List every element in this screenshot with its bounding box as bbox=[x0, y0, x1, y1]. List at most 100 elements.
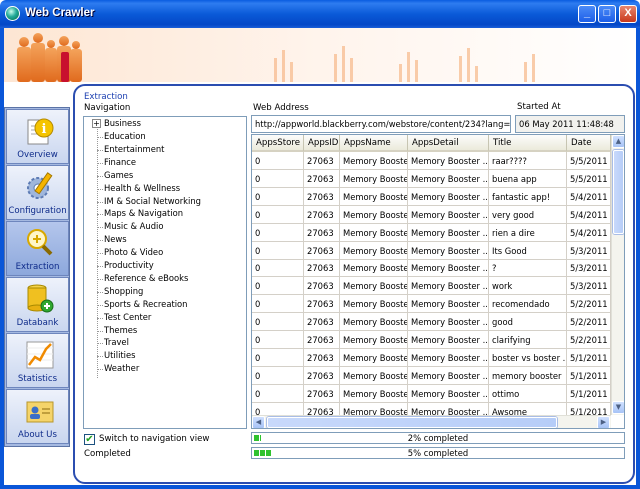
table-cell[interactable]: Memory Booster ... bbox=[408, 331, 489, 349]
table-cell[interactable]: 5/2/2011 bbox=[567, 313, 611, 332]
sidebar-item-about-us[interactable]: About Us bbox=[6, 389, 69, 444]
scroll-up-arrow-icon[interactable]: ▲ bbox=[612, 135, 624, 148]
table-cell[interactable]: 5/1/2011 bbox=[567, 384, 611, 403]
table-cell[interactable]: Memory Booster ... bbox=[408, 348, 489, 367]
table-cell[interactable]: memory booster bbox=[489, 366, 567, 385]
vertical-scroll-thumb[interactable] bbox=[613, 150, 624, 234]
sidebar-item-overview[interactable]: i Overview bbox=[6, 109, 69, 164]
tree-item[interactable]: Sports & Recreation bbox=[104, 299, 188, 309]
table-cell[interactable]: ottimo bbox=[489, 384, 567, 403]
results-grid[interactable]: AppsStore AppsID AppsName AppsDetail Title Da… bbox=[251, 134, 625, 429]
table-cell[interactable]: Memory Booster ... bbox=[408, 187, 489, 206]
maximize-button[interactable]: □ bbox=[598, 5, 616, 23]
table-cell[interactable]: Memory Booster bbox=[340, 169, 408, 188]
table-cell[interactable]: Memory Booster bbox=[340, 241, 408, 260]
table-cell[interactable]: 27063 bbox=[304, 313, 340, 332]
column-header[interactable]: Date bbox=[567, 135, 611, 152]
table-cell[interactable]: very good bbox=[489, 205, 567, 224]
horizontal-scroll-thumb[interactable] bbox=[267, 417, 557, 428]
tree-item[interactable]: Utilities bbox=[104, 350, 136, 360]
table-cell[interactable]: boster vs boster ... bbox=[489, 348, 567, 367]
column-header[interactable]: AppsStore bbox=[252, 135, 304, 152]
expand-plus-icon[interactable]: + bbox=[92, 119, 101, 128]
table-cell[interactable]: 27063 bbox=[304, 366, 340, 385]
table-cell[interactable]: buena app bbox=[489, 169, 567, 188]
table-cell[interactable]: Memory Booster bbox=[340, 205, 408, 224]
table-cell[interactable]: 0 bbox=[252, 187, 304, 206]
table-cell[interactable]: Memory Booster bbox=[340, 223, 408, 242]
switch-navigation-checkbox[interactable]: ✔ bbox=[84, 434, 95, 445]
table-cell[interactable]: Memory Booster ... bbox=[408, 152, 489, 170]
table-cell[interactable]: 5/2/2011 bbox=[567, 331, 611, 349]
table-cell[interactable]: work bbox=[489, 277, 567, 296]
table-cell[interactable]: Memory Booster bbox=[340, 277, 408, 296]
tree-item[interactable]: Games bbox=[104, 170, 133, 180]
table-cell[interactable]: 5/4/2011 bbox=[567, 187, 611, 206]
table-cell[interactable]: fantastic app! bbox=[489, 187, 567, 206]
table-cell[interactable]: Memory Booster ... bbox=[408, 277, 489, 296]
table-cell[interactable]: 5/5/2011 bbox=[567, 169, 611, 188]
web-address-field[interactable]: http://appworld.blackberry.com/webstore/… bbox=[251, 115, 511, 133]
table-cell[interactable]: 27063 bbox=[304, 223, 340, 242]
table-cell[interactable]: Memory Booster bbox=[340, 152, 408, 170]
table-cell[interactable]: Memory Booster ... bbox=[408, 366, 489, 385]
table-cell[interactable]: 27063 bbox=[304, 277, 340, 296]
table-cell[interactable]: 5/3/2011 bbox=[567, 241, 611, 260]
table-cell[interactable]: 27063 bbox=[304, 169, 340, 188]
table-cell[interactable]: recomendado bbox=[489, 295, 567, 314]
table-cell[interactable]: 0 bbox=[252, 277, 304, 296]
minimize-button[interactable]: _ bbox=[578, 5, 596, 23]
tree-item[interactable]: Reference & eBooks bbox=[104, 273, 188, 283]
column-header[interactable]: Title bbox=[489, 135, 567, 152]
table-cell[interactable]: 0 bbox=[252, 348, 304, 367]
table-cell[interactable]: 27063 bbox=[304, 152, 340, 170]
table-cell[interactable]: 0 bbox=[252, 169, 304, 188]
table-cell[interactable]: 27063 bbox=[304, 205, 340, 224]
table-cell[interactable]: Memory Booster ... bbox=[408, 205, 489, 224]
table-cell[interactable]: 5/4/2011 bbox=[567, 223, 611, 242]
table-cell[interactable]: 5/5/2011 bbox=[567, 152, 611, 170]
table-cell[interactable]: 5/3/2011 bbox=[567, 259, 611, 278]
tree-item[interactable]: Themes bbox=[104, 325, 137, 335]
table-cell[interactable]: 0 bbox=[252, 205, 304, 224]
tree-item[interactable]: News bbox=[104, 234, 127, 244]
tree-item[interactable]: Education bbox=[104, 131, 146, 141]
tree-item[interactable]: Music & Audio bbox=[104, 221, 164, 231]
table-cell[interactable]: rien a dire bbox=[489, 223, 567, 242]
sidebar-item-statistics[interactable]: Statistics bbox=[6, 333, 69, 388]
table-cell[interactable]: Memory Booster ... bbox=[408, 295, 489, 314]
table-cell[interactable]: 0 bbox=[252, 259, 304, 278]
scroll-down-arrow-icon[interactable]: ▼ bbox=[612, 401, 624, 414]
table-cell[interactable]: Its Good bbox=[489, 241, 567, 260]
table-cell[interactable]: Memory Booster ... bbox=[408, 259, 489, 278]
table-cell[interactable]: 0 bbox=[252, 295, 304, 314]
table-cell[interactable]: Memory Booster bbox=[340, 384, 408, 403]
table-cell[interactable]: raar???? bbox=[489, 152, 567, 170]
table-cell[interactable]: 5/4/2011 bbox=[567, 205, 611, 224]
table-cell[interactable]: 0 bbox=[252, 152, 304, 170]
sidebar-item-databank[interactable]: Databank bbox=[6, 277, 69, 332]
table-cell[interactable]: Memory Booster bbox=[340, 295, 408, 314]
table-cell[interactable]: Memory Booster bbox=[340, 348, 408, 367]
tree-item[interactable]: Maps & Navigation bbox=[104, 208, 183, 218]
tree-item[interactable]: Health & Wellness bbox=[104, 183, 180, 193]
table-cell[interactable]: Memory Booster bbox=[340, 187, 408, 206]
tree-item[interactable]: Entertainment bbox=[104, 144, 164, 154]
tree-item[interactable]: Travel bbox=[104, 337, 129, 347]
table-cell[interactable]: 27063 bbox=[304, 187, 340, 206]
table-cell[interactable]: Memory Booster bbox=[340, 259, 408, 278]
sidebar-item-configuration[interactable]: Configuration bbox=[6, 165, 69, 220]
column-header[interactable]: AppsDetail bbox=[408, 135, 489, 152]
table-cell[interactable]: Memory Booster ... bbox=[408, 223, 489, 242]
table-cell[interactable]: Memory Booster ... bbox=[408, 384, 489, 403]
table-cell[interactable]: 0 bbox=[252, 241, 304, 260]
horizontal-scrollbar[interactable]: ◀ ▶ bbox=[252, 415, 611, 428]
tree-item[interactable]: Shopping bbox=[104, 286, 143, 296]
tree-item[interactable]: Photo & Video bbox=[104, 247, 163, 257]
table-cell[interactable]: 5/3/2011 bbox=[567, 277, 611, 296]
table-cell[interactable]: 0 bbox=[252, 366, 304, 385]
table-cell[interactable]: Memory Booster bbox=[340, 366, 408, 385]
table-cell[interactable]: Memory Booster ... bbox=[408, 313, 489, 332]
table-cell[interactable]: Memory Booster bbox=[340, 331, 408, 349]
tree-item[interactable]: Finance bbox=[104, 157, 136, 167]
